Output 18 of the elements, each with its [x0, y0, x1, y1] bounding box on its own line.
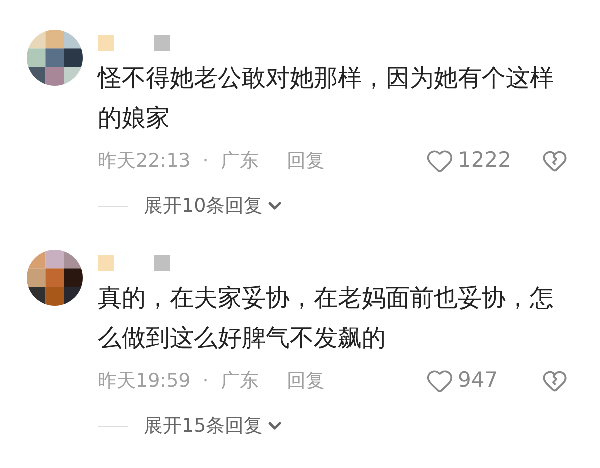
username-redacted	[98, 255, 114, 271]
comment-text: 真的，在夫家妥协，在老妈面前也妥协，怎么做到这么好脾气不发飙的	[98, 283, 555, 354]
like-count: 947	[458, 367, 500, 394]
like-count: 1222	[458, 147, 512, 174]
username-redacted	[154, 35, 170, 51]
expand-replies-button[interactable]: 展开10条回复	[144, 192, 286, 220]
expand-replies-button[interactable]: 展开15条回复	[144, 412, 286, 440]
avatar[interactable]	[27, 250, 83, 306]
username-redacted	[98, 35, 114, 51]
comment-location: 广东	[220, 368, 259, 394]
username-redacted	[154, 255, 170, 271]
avatar[interactable]	[27, 30, 83, 86]
comment-time: 昨天22:13	[98, 148, 191, 174]
separator-dot: ·	[202, 148, 209, 174]
comment-time: 昨天19:59	[98, 368, 191, 394]
comment-location: 广东	[220, 148, 259, 174]
separator-dot: ·	[202, 368, 209, 394]
comment-text: 怪不得她老公敢对她那样，因为她有个这样的娘家	[98, 63, 555, 134]
